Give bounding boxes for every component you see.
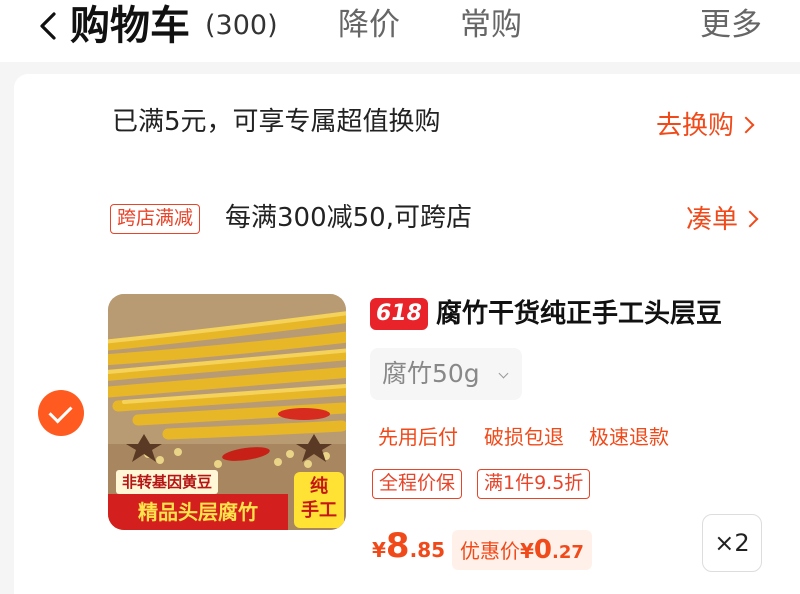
image-seal-handmade: 纯 手工: [294, 472, 344, 528]
more-button[interactable]: 更多: [700, 4, 762, 46]
cart-count: (300): [205, 10, 278, 41]
tab-price-drop[interactable]: 降价: [338, 4, 400, 46]
cross-store-badge: 跨店满减: [110, 204, 201, 234]
discount-label: 优惠价: [460, 539, 520, 563]
price-integer: 8: [385, 526, 410, 566]
price-decimal: .85: [409, 538, 446, 562]
product-title[interactable]: 腐竹干货纯正手工头层豆: [436, 294, 722, 334]
price-currency: ¥: [372, 538, 386, 562]
exchange-promo-text: 已满5元，可享专属超值换购: [112, 107, 441, 137]
discount-decimal: .27: [552, 542, 584, 563]
combo-order-label: 凑单: [686, 205, 739, 235]
header-bar: 购物车 (300) 降价 常购 更多: [0, 0, 800, 62]
image-seal-text: 纯 手工: [301, 476, 337, 521]
tab-frequent[interactable]: 常购: [460, 4, 522, 46]
service-damage-return: 破损包退: [484, 425, 564, 449]
image-tag-non-gmo: 非转基因黄豆: [116, 470, 219, 494]
promo-618-badge: 618: [370, 298, 428, 330]
caret-down-icon: [498, 368, 509, 379]
product-image[interactable]: 非转基因黄豆 精品头层腐竹 纯 手工: [108, 294, 346, 530]
image-tag-premium: 精品头层腐竹: [108, 494, 288, 530]
chevron-right-icon: [737, 116, 755, 134]
discount-currency: ¥: [520, 539, 534, 563]
combo-order-link[interactable]: 凑单: [686, 200, 759, 240]
tag-price-protect: 全程价保: [372, 469, 463, 499]
discount-price: 优惠价¥0.27: [452, 530, 592, 570]
exchange-link-label: 去换购: [656, 111, 735, 141]
chevron-right-icon: [741, 210, 759, 228]
item-price: ¥8.85: [372, 526, 445, 566]
page-title: 购物车: [70, 3, 190, 49]
service-fast-refund: 极速退款: [589, 425, 669, 449]
sku-label: 腐竹50g: [382, 359, 480, 388]
quantity-stepper[interactable]: ×2: [702, 514, 762, 572]
discount-integer: 0: [533, 535, 553, 565]
tag-discount: 满1件9.5折: [477, 469, 591, 499]
exchange-link[interactable]: 去换购: [656, 106, 755, 146]
service-pay-later: 先用后付: [378, 425, 458, 449]
item-checkbox-checkmark-icon[interactable]: [38, 390, 84, 436]
cross-store-promo-text: 每满300减50,可跨店: [225, 203, 472, 233]
sku-selector[interactable]: 腐竹50g: [370, 348, 522, 400]
back-chevron-icon[interactable]: [34, 6, 62, 46]
